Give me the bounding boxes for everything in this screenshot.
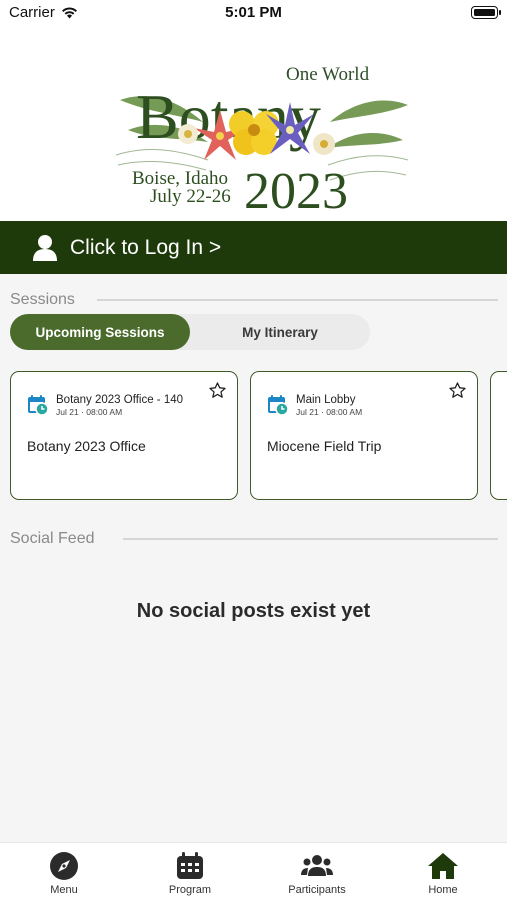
botany-2023-logo: One World Botany Boise, Idaho July 22-26… (115, 64, 409, 210)
tab-program[interactable]: Program (135, 851, 245, 896)
session-card[interactable]: Main Lobby Jul 21 · 08:00 AM Miocene Fie… (250, 371, 478, 500)
social-empty-message: No social posts exist yet (136, 600, 371, 622)
sessions-segmented-control: Upcoming Sessions My Itinerary (10, 314, 370, 350)
session-room: Main Lobby (296, 394, 356, 406)
conference-banner: One World Botany Boise, Idaho July 22-26… (0, 20, 507, 221)
tab-upcoming-sessions[interactable]: Upcoming Sessions (10, 314, 190, 350)
logo-dates-text: July 22-26 (150, 186, 231, 207)
session-name: Miocene Field Trip (267, 438, 382, 454)
tab-home[interactable]: Home (388, 851, 498, 896)
session-carousel[interactable]: Botany 2023 Office - 140 Jul 21 · 08:00 … (0, 370, 507, 502)
tab-home-label: Home (428, 884, 458, 896)
battery-icon (471, 6, 501, 19)
calendar-icon (177, 852, 203, 879)
user-icon (33, 234, 57, 261)
session-room: Botany 2023 Office - 140 (56, 394, 184, 406)
status-time: 5:01 PM (225, 4, 282, 21)
calendar-clock-icon (28, 395, 49, 416)
session-card-partial[interactable] (490, 371, 507, 500)
people-icon (301, 855, 333, 876)
tab-menu-label: Menu (50, 884, 78, 896)
divider (122, 538, 498, 540)
tab-menu[interactable]: Menu (9, 851, 119, 896)
tab-program-label: Program (168, 884, 212, 896)
session-card[interactable]: Botany 2023 Office - 140 Jul 21 · 08:00 … (10, 371, 238, 500)
favorite-star-icon[interactable] (448, 381, 467, 400)
home-icon (428, 853, 458, 879)
social-feed-title: Social Feed (10, 530, 95, 547)
login-label: Click to Log In > (70, 235, 222, 259)
divider (96, 299, 498, 301)
login-button[interactable]: Click to Log In > (0, 221, 507, 274)
session-time: Jul 21 · 08:00 AM (56, 407, 123, 417)
status-bar: Carrier 5:01 PM (0, 0, 507, 21)
sessions-section-header: Sessions (10, 291, 498, 309)
session-time: Jul 21 · 08:00 AM (296, 407, 363, 417)
tab-participants-label: Participants (288, 884, 346, 896)
calendar-clock-icon (268, 395, 289, 416)
favorite-star-icon[interactable] (208, 381, 227, 400)
compass-icon (50, 852, 78, 880)
logo-year-text: 2023 (244, 163, 348, 210)
social-feed-section-header: Social Feed (10, 530, 498, 548)
session-name: Botany 2023 Office (27, 438, 146, 454)
bottom-tab-bar: Menu Program Participants Home (0, 842, 507, 900)
tab-my-itinerary[interactable]: My Itinerary (190, 314, 370, 350)
tab-participants[interactable]: Participants (262, 851, 372, 896)
sessions-title: Sessions (10, 291, 75, 308)
